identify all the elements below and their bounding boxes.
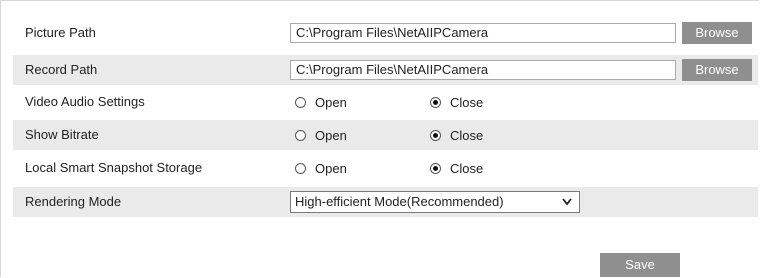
local-settings-panel: Picture Path C:\Program Files\NetAIIPCam…	[0, 0, 759, 277]
picture-path-input[interactable]: C:\Program Files\NetAIIPCamera	[290, 23, 676, 43]
picture-path-browse-button[interactable]: Browse	[682, 22, 752, 44]
radio-unchecked-icon	[295, 129, 306, 141]
snapshot-storage-close-radio[interactable]: Close	[430, 153, 483, 183]
save-button[interactable]: Save	[600, 253, 680, 277]
record-path-browse-button[interactable]: Browse	[682, 59, 752, 81]
radio-checked-icon	[430, 162, 441, 174]
radio-unchecked-icon	[295, 96, 306, 108]
show-bitrate-row: Show Bitrate Open Close	[13, 120, 758, 150]
rendering-mode-value: High-efficient Mode(Recommended)	[295, 194, 504, 209]
radio-unchecked-icon	[295, 162, 306, 174]
show-bitrate-open-radio[interactable]: Open	[295, 120, 347, 150]
show-bitrate-label: Show Bitrate	[25, 127, 99, 142]
rendering-mode-row: Rendering Mode High-efficient Mode(Recom…	[13, 187, 758, 217]
show-bitrate-open-label: Open	[315, 127, 347, 143]
record-path-input[interactable]: C:\Program Files\NetAIIPCamera	[290, 60, 676, 80]
snapshot-storage-label: Local Smart Snapshot Storage	[25, 160, 203, 175]
video-audio-close-label: Close	[450, 94, 484, 110]
record-path-label: Record Path	[25, 62, 98, 77]
radio-checked-icon	[430, 129, 441, 141]
rendering-mode-label: Rendering Mode	[25, 194, 122, 209]
snapshot-storage-row: Local Smart Snapshot Storage Open Close	[13, 153, 758, 183]
record-path-row: Record Path C:\Program Files\NetAIIPCame…	[13, 55, 758, 85]
video-audio-row: Video Audio Settings Open Close	[13, 87, 758, 117]
video-audio-close-radio[interactable]: Close	[430, 87, 483, 117]
snapshot-storage-open-label: Open	[315, 160, 347, 176]
rendering-mode-select[interactable]: High-efficient Mode(Recommended)	[290, 191, 580, 213]
show-bitrate-close-label: Close	[450, 127, 484, 143]
video-audio-open-label: Open	[315, 94, 347, 110]
picture-path-row: Picture Path C:\Program Files\NetAIIPCam…	[13, 18, 758, 48]
video-audio-open-radio[interactable]: Open	[295, 87, 347, 117]
picture-path-label: Picture Path	[25, 25, 96, 40]
video-audio-label: Video Audio Settings	[25, 94, 145, 109]
snapshot-storage-open-radio[interactable]: Open	[295, 153, 347, 183]
radio-checked-icon	[430, 96, 441, 108]
show-bitrate-close-radio[interactable]: Close	[430, 120, 483, 150]
snapshot-storage-close-label: Close	[450, 160, 484, 176]
chevron-down-icon	[562, 198, 572, 206]
